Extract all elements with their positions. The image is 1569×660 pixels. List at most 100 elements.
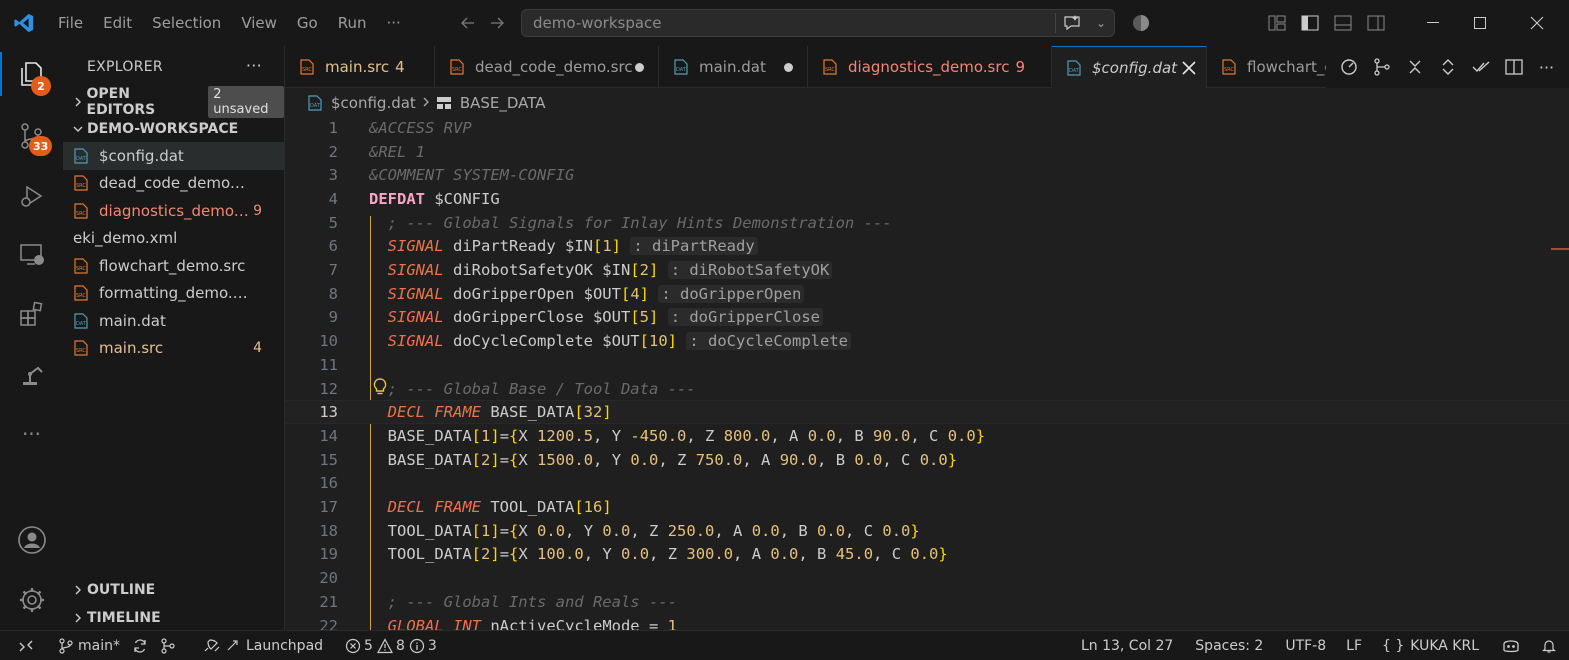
warning-icon (376, 637, 393, 653)
toggle-secondary-sidebar-icon[interactable] (1353, 0, 1399, 46)
back-arrow-icon[interactable] (455, 10, 481, 36)
launchpad-button[interactable]: Launchpad (196, 631, 329, 660)
copilot-status-icon[interactable] (1495, 631, 1535, 660)
problems-indicator[interactable]: 5 8 3 (339, 631, 443, 660)
split-editor-icon[interactable] (1503, 56, 1525, 78)
timeline-section[interactable]: TIMELINE (63, 604, 284, 631)
code-line[interactable]: 12 ; --- Global Base / Tool Data --- (285, 377, 1569, 401)
code-line[interactable]: 15 BASE_DATA[2]={X 1500.0, Y 0.0, Z 750.… (285, 448, 1569, 472)
settings-gear-icon[interactable] (0, 572, 63, 628)
file-item[interactable]: SRC dead_code_demo.src (63, 170, 284, 198)
code-line[interactable]: 9 SIGNAL doGripperClose $OUT[5] : doGrip… (285, 306, 1569, 330)
cursor-position[interactable]: Ln 13, Col 27 (1075, 631, 1189, 660)
chat-icon[interactable] (1056, 15, 1088, 31)
code-token: { (509, 545, 519, 564)
editor-tab[interactable]: DAT $config.dat (1052, 46, 1207, 88)
code-line[interactable]: 11 (285, 353, 1569, 377)
more-actions-icon[interactable]: ··· (1536, 56, 1558, 78)
file-item[interactable]: SRC flowchart_demo.src (63, 252, 284, 280)
dashboard-gauge-icon[interactable] (1338, 56, 1360, 78)
code-line[interactable]: 21 ; --- Global Ints and Reals --- (285, 590, 1569, 614)
code-token: TOOL_DATA (369, 545, 472, 564)
editor-tab[interactable]: DAT main.dat (659, 46, 808, 88)
unsaved-dot-icon[interactable] (784, 62, 793, 72)
inlay-hint: : doCycleComplete (686, 332, 851, 351)
indentation[interactable]: Spaces: 2 (1189, 631, 1279, 660)
close-window-icon[interactable] (1514, 0, 1560, 46)
command-center-search[interactable]: demo-workspace ⌄ (521, 9, 1115, 37)
code-line[interactable]: 4 DEFDAT $CONFIG (285, 187, 1569, 211)
file-item[interactable]: DAT $config.dat (63, 142, 284, 170)
remote-indicator-icon[interactable] (0, 631, 52, 660)
notifications-bell-icon[interactable] (1535, 631, 1569, 660)
expand-icon[interactable] (1437, 56, 1459, 78)
code-editor[interactable]: 1 &ACCESS RVP 2 &REL 1 3 &COMMENT SYSTEM-CONF… (285, 116, 1569, 630)
maximize-icon[interactable] (1457, 0, 1503, 46)
explorer-more-icon[interactable]: ··· (246, 56, 262, 75)
encoding[interactable]: UTF-8 (1279, 631, 1340, 660)
menu-selection[interactable]: Selection (142, 0, 231, 46)
breadcrumb-symbol[interactable]: BASE_DATA (460, 94, 546, 112)
file-item[interactable]: eki_demo.xml (63, 225, 284, 253)
workspace-section[interactable]: DEMO-WORKSPACE (63, 115, 284, 142)
chevron-down-icon[interactable]: ⌄ (1088, 16, 1114, 30)
code-line[interactable]: 6 SIGNAL diPartReady $IN[1] : diPartRead… (285, 235, 1569, 259)
file-item[interactable]: SRC main.src 4 (63, 335, 284, 363)
menu-file[interactable]: File (48, 0, 93, 46)
outline-section[interactable]: OUTLINE (63, 576, 284, 603)
code-line[interactable]: 14 BASE_DATA[1]={X 1200.5, Y -450.0, Z 8… (285, 424, 1569, 448)
menu-edit[interactable]: Edit (93, 0, 142, 46)
code-line[interactable]: 5 ; --- Global Signals for Inlay Hints D… (285, 211, 1569, 235)
code-line[interactable]: 22 GLOBAL INT nActiveCycleMode = 1 (285, 614, 1569, 630)
code-line[interactable]: 2 &REL 1 (285, 140, 1569, 164)
editor-tab[interactable]: SRC diagnostics_demo.src 9 (808, 46, 1052, 88)
menu-go[interactable]: Go (287, 0, 328, 46)
extensions-icon[interactable] (0, 286, 63, 342)
forward-arrow-icon[interactable] (484, 10, 510, 36)
line-number: 7 (328, 261, 338, 280)
collapse-icon[interactable] (1404, 56, 1426, 78)
menu-more[interactable]: ··· (377, 0, 411, 46)
menu-view[interactable]: View (231, 0, 287, 46)
source-control-icon[interactable]: 33 (0, 108, 63, 164)
copilot-icon[interactable] (1131, 13, 1151, 37)
code-line[interactable]: 10 SIGNAL doCycleComplete $OUT[10] : doC… (285, 329, 1569, 353)
file-item[interactable]: SRC formatting_demo.src (63, 280, 284, 308)
git-graph-icon[interactable] (1371, 56, 1393, 78)
code-token: ; --- Global Base / Tool Data --- (369, 379, 696, 398)
code-line[interactable]: 3 &COMMENT SYSTEM-CONFIG (285, 163, 1569, 187)
remote-explorer-icon[interactable] (0, 227, 63, 283)
code-line[interactable]: 18 TOOL_DATA[1]={X 0.0, Y 0.0, Z 250.0, … (285, 519, 1569, 543)
file-item[interactable]: DAT main.dat (63, 307, 284, 335)
git-graph-status-icon[interactable] (154, 631, 182, 660)
editor-tab[interactable]: SRC flowchart_c (1207, 46, 1333, 88)
code-line[interactable]: 17 DECL FRAME TOOL_DATA[16] (285, 495, 1569, 519)
unsaved-dot-icon[interactable] (635, 62, 644, 72)
open-editors-section[interactable]: OPEN EDITORS 2 unsaved (63, 85, 284, 118)
line-ending[interactable]: LF (1340, 631, 1376, 660)
menu-run[interactable]: Run (328, 0, 377, 46)
more-views-icon[interactable]: ··· (0, 406, 63, 462)
editor-tab[interactable]: SRC dead_code_demo.src (435, 46, 659, 88)
breadcrumb-file[interactable]: $config.dat (331, 94, 416, 112)
branch-indicator[interactable]: main* (52, 631, 126, 660)
close-tab-icon[interactable] (1180, 59, 1198, 81)
file-item[interactable]: SRC diagnostics_demo.... 9 (63, 197, 284, 225)
run-debug-icon[interactable] (0, 168, 63, 224)
sync-icon[interactable] (126, 631, 154, 660)
code-line[interactable]: 13 DECL FRAME BASE_DATA[32] (285, 400, 1569, 425)
code-line[interactable]: 16 (285, 472, 1569, 496)
explorer-icon[interactable]: 2 (0, 46, 63, 102)
code-line[interactable]: 20 (285, 566, 1569, 590)
code-line[interactable]: 8 SIGNAL doGripperOpen $OUT[4] : doGripp… (285, 282, 1569, 306)
code-line[interactable]: 19 TOOL_DATA[2]={X 100.0, Y 0.0, Z 300.0… (285, 543, 1569, 567)
code-line[interactable]: 7 SIGNAL diRobotSafetyOK $IN[2] : diRobo… (285, 258, 1569, 282)
robot-arm-icon[interactable] (0, 346, 63, 402)
code-line[interactable]: 1 &ACCESS RVP (285, 116, 1569, 140)
minimize-icon[interactable] (1410, 0, 1456, 46)
account-icon[interactable] (0, 512, 63, 568)
language-mode[interactable]: { } KUKA KRL (1376, 631, 1495, 660)
lightbulb-icon[interactable] (372, 377, 388, 400)
editor-tab[interactable]: SRC main.src 4 (285, 46, 435, 88)
check-all-icon[interactable] (1470, 56, 1492, 78)
